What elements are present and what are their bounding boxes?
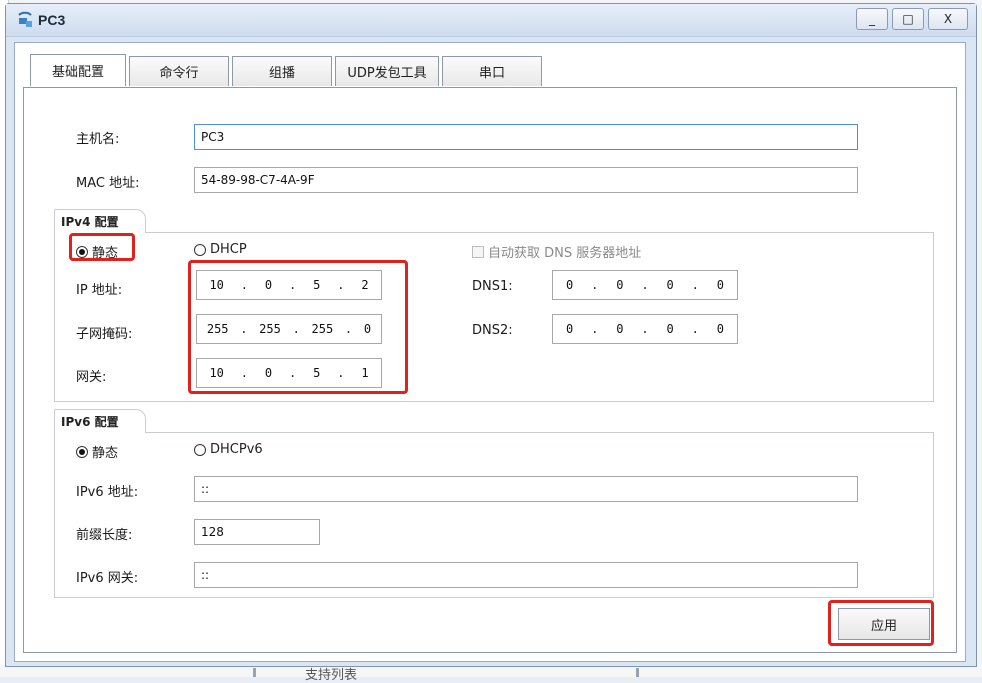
dns2-octet: 0 <box>616 322 624 336</box>
tab-multicast[interactable]: 组播 <box>232 56 332 86</box>
tab-strip: 基础配置 命令行 组播 UDP发包工具 串口 <box>30 54 545 86</box>
dns2-input[interactable]: 0. 0. 0. 0 <box>552 314 738 344</box>
dns1-octet: 0 <box>716 278 725 292</box>
radio-checked-icon <box>76 445 88 458</box>
ipv4-dhcp-radio[interactable]: DHCP <box>194 242 247 257</box>
tab-serial-port[interactable]: 串口 <box>442 56 542 86</box>
tab-udp-tool[interactable]: UDP发包工具 <box>335 56 439 86</box>
dns1-label: DNS1: <box>472 279 513 294</box>
ipv6-gateway-label: IPv6 网关: <box>76 571 139 586</box>
hostname-input[interactable]: PC3 <box>194 124 858 150</box>
ipv6-gateway-input[interactable]: :: <box>194 562 858 588</box>
dns1-octet: 0 <box>565 278 574 292</box>
ipv6-static-radio[interactable]: 静态 <box>76 442 118 461</box>
close-button[interactable]: X <box>928 8 968 30</box>
checkbox-icon <box>472 245 484 258</box>
ipv6-dhcp-label: DHCPv6 <box>210 442 263 457</box>
tab-basic-config[interactable]: 基础配置 <box>30 54 126 86</box>
mac-address-field[interactable]: 54-89-98-C7-4A-9F <box>194 167 858 193</box>
ipv6-static-label: 静态 <box>92 446 119 461</box>
ipv6-address-label: IPv6 地址: <box>76 485 139 500</box>
prefix-length-input[interactable]: 128 <box>194 519 320 545</box>
window-content: 基础配置 命令行 组播 UDP发包工具 串口 主机名: PC3 MAC 地址: … <box>14 42 966 662</box>
mac-label: MAC 地址: <box>76 176 140 191</box>
ipv6-dhcp-radio[interactable]: DHCPv6 <box>194 442 263 457</box>
dns2-label: DNS2: <box>472 323 513 338</box>
dns2-octet: 0 <box>565 322 574 336</box>
highlight-static <box>69 233 135 261</box>
dns1-octet: 0 <box>616 278 624 292</box>
hostname-label: 主机名: <box>76 132 120 147</box>
dns1-input[interactable]: 0. 0. 0. 0 <box>552 270 738 300</box>
ipv4-group-title: IPv4 配置 <box>54 209 146 233</box>
dns1-octet: 0 <box>666 278 674 292</box>
ipv6-address-input[interactable]: :: <box>194 476 858 502</box>
ip-address-label: IP 地址: <box>76 283 123 298</box>
maximize-button[interactable]: □ <box>892 8 924 30</box>
dns2-octet: 0 <box>716 322 725 336</box>
highlight-ip-settings <box>188 260 408 394</box>
ipv6-group-title: IPv6 配置 <box>54 409 146 433</box>
dns2-octet: 0 <box>666 322 674 336</box>
auto-dns-label: 自动获取 DNS 服务器地址 <box>488 246 642 261</box>
subnet-mask-label: 子网掩码: <box>76 327 133 342</box>
auto-dns-checkbox[interactable]: 自动获取 DNS 服务器地址 <box>472 242 641 261</box>
tab-command-line[interactable]: 命令行 <box>129 56 229 86</box>
pc3-config-window: PC3 _ □ X 基础配置 命令行 组播 UDP发包工具 串口 主机名: PC… <box>5 3 977 667</box>
highlight-apply <box>828 600 934 646</box>
radio-unchecked-icon <box>194 243 206 256</box>
ipv4-dhcp-label: DHCP <box>210 242 247 257</box>
radio-unchecked-icon <box>194 443 206 456</box>
basic-config-panel: 主机名: PC3 MAC 地址: 54-89-98-C7-4A-9F IPv4 … <box>23 87 957 653</box>
title-bar[interactable]: PC3 _ □ X <box>6 4 976 37</box>
window-title: PC3 <box>38 12 66 28</box>
minimize-button[interactable]: _ <box>856 8 888 30</box>
pc-app-icon <box>18 11 32 27</box>
window-controls: _ □ X <box>852 8 968 30</box>
gateway-label: 网关: <box>76 370 107 385</box>
prefix-length-label: 前缀长度: <box>76 528 133 543</box>
